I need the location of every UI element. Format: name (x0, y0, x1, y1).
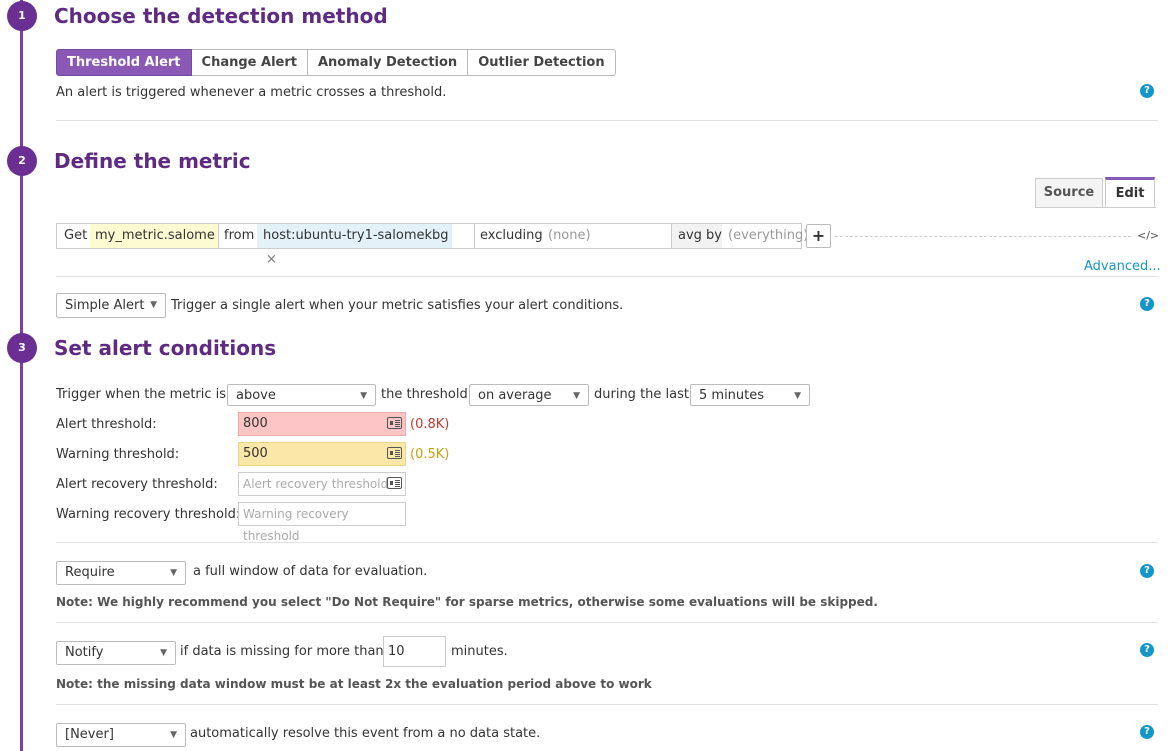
divider (56, 622, 1158, 623)
during-label: during the last (594, 387, 689, 402)
warning-threshold-value: 500 (243, 446, 268, 461)
chevron-down-icon: ▼ (794, 391, 801, 401)
window-value: 5 minutes (699, 388, 765, 403)
metric-query-bar: Get my_metric.salome from host:ubuntu-tr… (56, 223, 808, 267)
alert-recovery-label: Alert recovery threshold: (56, 477, 218, 492)
host-tag-label: host:ubuntu-try1-salomekbg (263, 228, 449, 243)
detection-description: An alert is triggered whenever a metric … (56, 85, 447, 100)
divider (56, 542, 1158, 543)
code-toggle-icon[interactable]: </> (1137, 229, 1159, 242)
tab-edit[interactable]: Edit (1105, 177, 1155, 208)
require-note: Note: We highly recommend you select "Do… (56, 595, 878, 609)
divider (56, 120, 1158, 121)
calculator-icon[interactable] (387, 477, 402, 489)
minutes-label: minutes. (451, 644, 508, 659)
resolve-text: automatically resolve this event from a … (190, 726, 541, 741)
alert-threshold-value: 800 (243, 416, 268, 431)
step-1-badge: 1 (7, 1, 37, 31)
warning-threshold-label: Warning threshold: (56, 447, 180, 462)
tab-outlier-detection[interactable]: Outlier Detection (468, 49, 616, 76)
get-label: Get (64, 228, 88, 243)
warning-recovery-label: Warning recovery threshold: (56, 507, 241, 522)
notify-minutes-input[interactable]: 10 (383, 636, 446, 667)
help-icon[interactable]: ? (1140, 564, 1154, 578)
step-timeline (20, 0, 23, 751)
help-icon[interactable]: ? (1140, 643, 1154, 657)
help-icon[interactable]: ? (1140, 84, 1154, 98)
alert-recovery-input[interactable]: Alert recovery threshold (238, 472, 406, 496)
warning-recovery-input[interactable]: Warning recovery threshold (238, 502, 406, 543)
comparator-value: above (236, 388, 276, 403)
avg-by-field[interactable]: (everything) (728, 224, 808, 248)
require-value: Require (65, 565, 115, 580)
tab-threshold-alert[interactable]: Threshold Alert (56, 49, 192, 76)
tab-anomaly-detection[interactable]: Anomaly Detection (307, 49, 469, 76)
notify-value: Notify (65, 645, 104, 660)
resolve-select[interactable]: [Never] ▼ (56, 723, 186, 747)
resolve-value: [Never] (65, 727, 114, 742)
alert-type-value: Simple Alert (65, 298, 145, 313)
alert-type-select[interactable]: Simple Alert ▼ (56, 293, 166, 318)
step-2-title: Define the metric (54, 149, 251, 173)
query-dashed-line (835, 236, 1131, 237)
warning-threshold-display: (0.5K) (410, 447, 450, 462)
notify-note: Note: the missing data window must be at… (56, 677, 652, 691)
chevron-down-icon: ▼ (160, 648, 167, 658)
tab-change-alert[interactable]: Change Alert (191, 49, 308, 76)
excluding-field[interactable]: (none) (548, 224, 591, 248)
calculator-icon[interactable] (387, 417, 402, 429)
remove-tag-icon[interactable]: × (266, 252, 277, 267)
add-query-button[interactable]: + (806, 224, 831, 248)
alert-type-description: Trigger a single alert when your metric … (171, 298, 624, 313)
help-icon[interactable]: ? (1140, 297, 1154, 311)
alert-recovery-placeholder: Alert recovery threshold (243, 477, 389, 491)
window-select[interactable]: 5 minutes ▼ (690, 384, 810, 406)
excluding-label: excluding (480, 228, 543, 243)
chevron-down-icon: ▼ (170, 568, 177, 578)
calculator-icon[interactable] (387, 447, 402, 459)
detection-method-tabs: Threshold Alert Change Alert Anomaly Det… (56, 49, 616, 76)
aggregation-value: on average (478, 388, 552, 403)
separator (218, 224, 219, 248)
threshold-label: the threshold (381, 387, 468, 402)
warning-recovery-placeholder: Warning recovery threshold (243, 507, 349, 543)
chevron-down-icon: ▼ (573, 391, 580, 401)
step-1-title: Choose the detection method (54, 4, 388, 28)
trigger-prefix: Trigger when the metric is (56, 387, 227, 402)
metric-name-field[interactable]: my_metric.salome (90, 224, 218, 248)
chevron-down-icon: ▼ (170, 730, 177, 740)
step-3-badge: 3 (7, 333, 37, 363)
from-label: from (224, 228, 255, 243)
view-tabs-underline (1035, 207, 1156, 208)
alert-threshold-input[interactable]: 800 (238, 412, 406, 436)
divider (56, 276, 1158, 277)
alert-threshold-display: (0.8K) (410, 417, 450, 432)
comparator-select[interactable]: above ▼ (227, 384, 376, 406)
help-icon[interactable]: ? (1140, 725, 1154, 739)
chevron-down-icon: ▼ (150, 300, 157, 310)
step-3-title: Set alert conditions (54, 336, 277, 360)
require-select[interactable]: Require ▼ (56, 561, 186, 585)
warning-threshold-input[interactable]: 500 (238, 442, 406, 466)
alert-threshold-label: Alert threshold: (56, 417, 157, 432)
notify-select[interactable]: Notify ▼ (56, 641, 176, 665)
chevron-down-icon: ▼ (360, 391, 367, 401)
avg-by-label: avg by (672, 224, 722, 248)
advanced-link[interactable]: Advanced... (1084, 259, 1161, 274)
notify-text: if data is missing for more than (180, 644, 384, 659)
require-text: a full window of data for evaluation. (193, 564, 428, 579)
separator (474, 224, 475, 248)
divider (56, 704, 1158, 705)
aggregation-select[interactable]: on average ▼ (469, 384, 589, 406)
host-tag[interactable]: host:ubuntu-try1-salomekbg × (257, 224, 452, 267)
step-2-badge: 2 (7, 146, 37, 176)
tab-source[interactable]: Source (1035, 178, 1103, 207)
